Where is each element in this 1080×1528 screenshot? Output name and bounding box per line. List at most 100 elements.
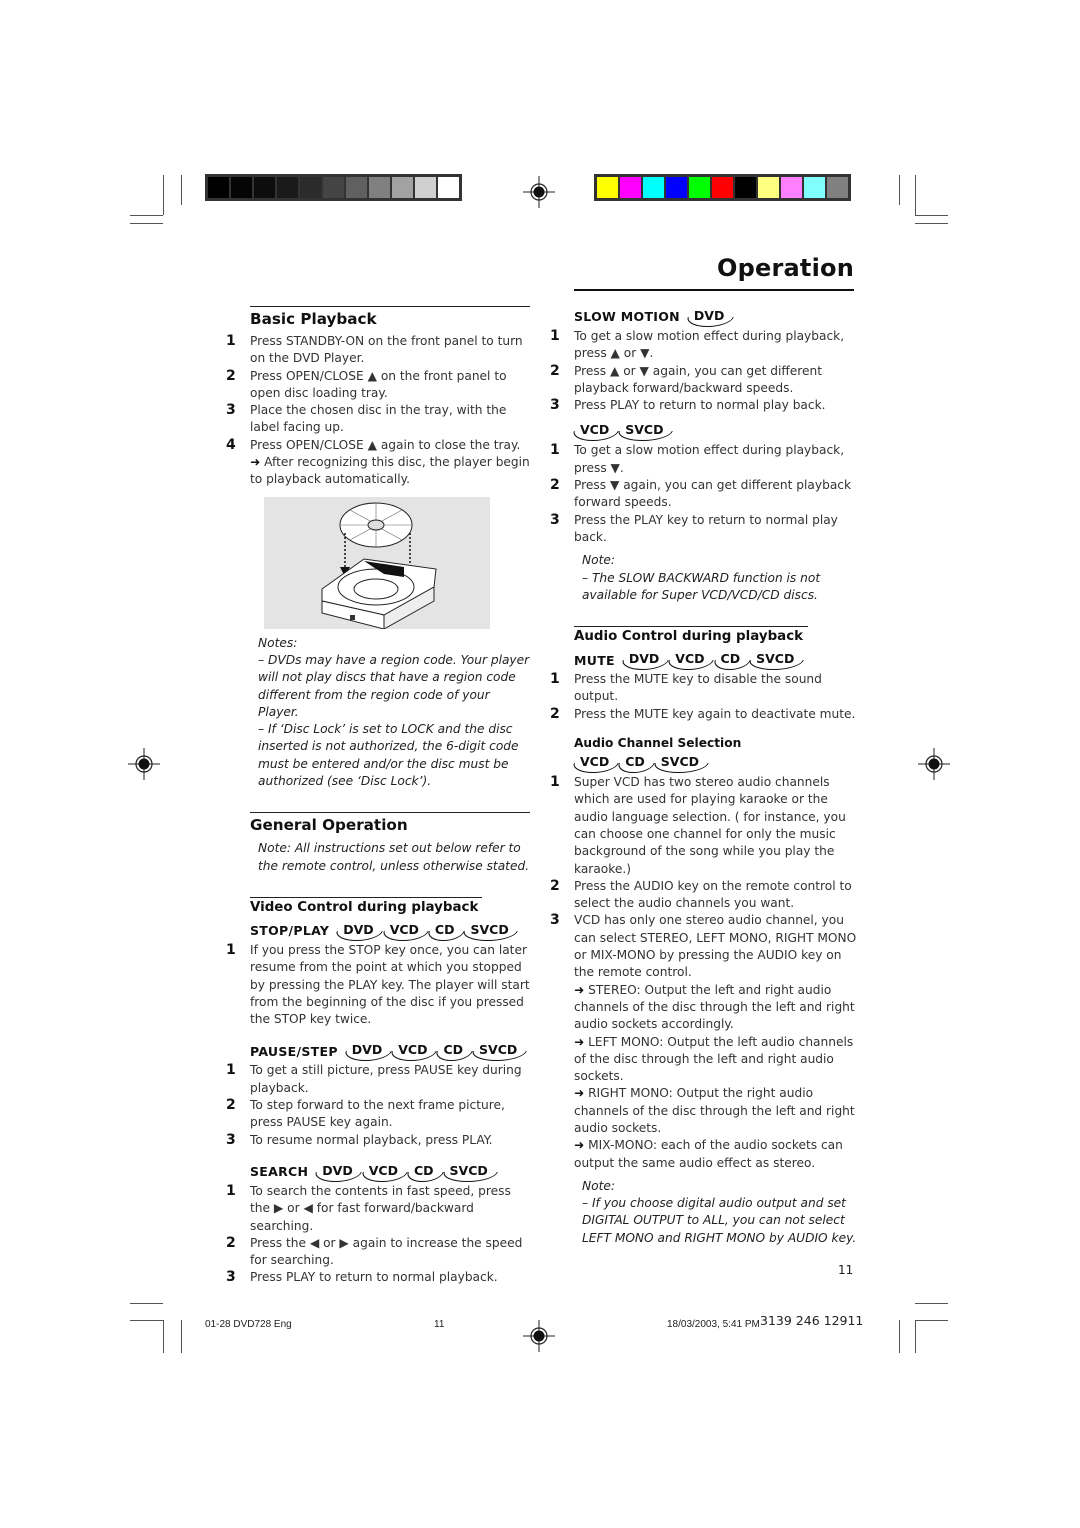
section-title-audio-channel: Audio Channel Selection bbox=[574, 736, 742, 751]
color-swatch bbox=[712, 177, 733, 198]
gray-swatch bbox=[323, 177, 344, 198]
footer-file-name: 01-28 DVD728 Eng bbox=[205, 1319, 292, 1330]
pause-step-steps: 1 To get a still picture, press PAUSE key… bbox=[226, 1062, 530, 1148]
note-digital-output: – If you choose digital audio output and… bbox=[582, 1196, 857, 1245]
gray-swatch bbox=[438, 177, 459, 198]
crop-mark bbox=[130, 1303, 163, 1304]
disc-badge-vcd: VCD bbox=[574, 753, 615, 773]
color-swatch bbox=[666, 177, 687, 198]
option-stereo: ➜ STEREO: Output the left and right audi… bbox=[574, 982, 855, 1032]
arrow-icon: ➜ bbox=[574, 1138, 585, 1153]
crop-mark bbox=[130, 1320, 163, 1321]
section-rule bbox=[250, 306, 530, 307]
disc-badge-vcd: VCD bbox=[363, 1162, 404, 1182]
gray-swatch bbox=[254, 177, 275, 198]
step: 2 Press OPEN/CLOSE ▲ on the front panel t… bbox=[226, 367, 507, 400]
color-swatch bbox=[643, 177, 664, 198]
disc-badge-dvd: DVD bbox=[337, 921, 379, 941]
search-steps: 1 To search the contents in fast speed, p… bbox=[226, 1183, 530, 1287]
disc-badge-cd: CD bbox=[429, 921, 461, 941]
footer-timestamp: 18/03/2003, 5:41 PM bbox=[667, 1319, 760, 1330]
color-swatch bbox=[620, 177, 641, 198]
step: 1 To get a slow motion effect during play… bbox=[550, 328, 845, 361]
step: 2 Press the ◀ or ▶ again to increase the … bbox=[226, 1234, 523, 1268]
section-title-audio-control: Audio Control during playback bbox=[574, 629, 804, 645]
step: 4 Press OPEN/CLOSE ▲ again to close the t… bbox=[226, 436, 530, 487]
crop-mark bbox=[915, 1320, 916, 1353]
disc-tray-icon bbox=[321, 502, 437, 630]
section-title-basic-playback: Basic Playback bbox=[250, 310, 377, 328]
disc-badge-vcd: VCD bbox=[392, 1041, 433, 1061]
note-region-code: – DVDs may have a region code. Your play… bbox=[258, 652, 530, 719]
step: 3 Press the PLAY key to return to normal … bbox=[550, 511, 838, 544]
disc-badge-vcd: VCD bbox=[574, 421, 615, 441]
subhead-search: SEARCH DVD VCD CD SVCD bbox=[250, 1161, 530, 1183]
crop-mark bbox=[899, 175, 900, 205]
disc-badge-cd: CD bbox=[619, 753, 651, 773]
slow-motion-steps: 1 To get a slow motion effect during play… bbox=[550, 328, 860, 414]
section-rule bbox=[250, 812, 530, 814]
option-right-mono: ➜ RIGHT MONO: Output the right audio cha… bbox=[574, 1086, 855, 1135]
step: 3 To resume normal playback, press PLAY. bbox=[226, 1131, 493, 1148]
step: 1 To search the contents in fast speed, p… bbox=[226, 1182, 511, 1233]
color-swatch bbox=[735, 177, 756, 198]
option-left-mono: ➜ LEFT MONO: Output the left audio chann… bbox=[574, 1034, 854, 1084]
disc-badge-vcd: VCD bbox=[384, 921, 425, 941]
step: 3 Press PLAY to return to normal play bac… bbox=[550, 397, 826, 414]
note-disc-lock: – If ‘Disc Lock’ is set to LOCK and the … bbox=[258, 722, 519, 789]
stop-play-steps: 1 If you press the STOP key once, you can… bbox=[226, 942, 530, 1028]
gray-swatch bbox=[369, 177, 390, 198]
disc-badge-cd: CD bbox=[715, 650, 747, 670]
note-slow-backward: – The SLOW BACKWARD function is not avai… bbox=[582, 570, 821, 602]
subhead-slow-motion: SLOW MOTION DVD bbox=[574, 306, 860, 328]
disc-badge-svcd: SVCD bbox=[464, 921, 514, 941]
disc-badge-dvd: DVD bbox=[688, 307, 730, 327]
color-swatch bbox=[827, 177, 848, 198]
gray-swatch bbox=[415, 177, 436, 198]
step: 1 Super VCD has two stereo audio channels… bbox=[550, 774, 846, 876]
step: 3 VCD has only one stereo audio channel, … bbox=[550, 912, 860, 1171]
gray-swatch bbox=[392, 177, 413, 198]
section-title-general-operation: General Operation bbox=[250, 816, 408, 835]
footer-file-page: 11 bbox=[434, 1319, 445, 1330]
disc-badge-svcd: SVCD bbox=[750, 650, 800, 670]
color-swatch bbox=[804, 177, 825, 198]
section-rule bbox=[574, 626, 808, 628]
crop-mark bbox=[915, 223, 948, 224]
audio-channel-steps: 1 Super VCD has two stereo audio channels… bbox=[550, 774, 860, 1172]
step: 2 Press ▼ again, you can get different pl… bbox=[550, 477, 852, 510]
disc-badge-svcd: SVCD bbox=[655, 753, 705, 773]
step: 1 To get a slow motion effect during play… bbox=[550, 442, 845, 475]
step: 2 To step forward to the next frame pictu… bbox=[226, 1097, 505, 1130]
page-title: Operation bbox=[717, 254, 854, 282]
gray-swatch bbox=[300, 177, 321, 198]
general-operation-note: Note: All instructions set out below ref… bbox=[258, 841, 530, 873]
color-swatch bbox=[781, 177, 802, 198]
notes-label: Notes: bbox=[258, 635, 298, 650]
note-label: Note: bbox=[582, 1178, 615, 1193]
step: 1 Press STANDBY-ON on the front panel to … bbox=[226, 333, 523, 366]
crop-mark bbox=[899, 1320, 900, 1353]
grayscale-calibration-strip bbox=[205, 174, 462, 201]
step: 1 If you press the STOP key once, you can… bbox=[226, 941, 530, 1027]
disc-badge-svcd: SVCD bbox=[444, 1162, 494, 1182]
mute-steps: 1 Press the MUTE key to disable the sound… bbox=[550, 671, 860, 723]
step: 2 Press the AUDIO key on the remote contr… bbox=[550, 877, 852, 911]
crop-mark bbox=[915, 1303, 948, 1304]
crop-mark bbox=[163, 1320, 164, 1353]
arrow-icon: ➜ bbox=[250, 455, 261, 470]
basic-playback-steps: 1 Press STANDBY-ON on the front panel to … bbox=[226, 333, 530, 489]
gray-swatch bbox=[208, 177, 229, 198]
disc-badge-dvd: DVD bbox=[346, 1041, 388, 1061]
gray-swatch bbox=[277, 177, 298, 198]
crop-mark bbox=[130, 223, 163, 224]
arrow-icon: ➜ bbox=[574, 1034, 585, 1049]
crop-mark bbox=[915, 215, 948, 216]
step: 3 Press PLAY to return to normal playback… bbox=[226, 1269, 498, 1286]
registration-target-icon bbox=[523, 176, 555, 208]
crop-mark bbox=[181, 1320, 182, 1353]
subhead-slow-motion-vcd: VCD SVCD bbox=[574, 420, 860, 442]
color-swatch bbox=[758, 177, 779, 198]
color-swatch bbox=[597, 177, 618, 198]
subhead-pause-step: PAUSE/STEP DVD VCD CD SVCD bbox=[250, 1040, 530, 1062]
